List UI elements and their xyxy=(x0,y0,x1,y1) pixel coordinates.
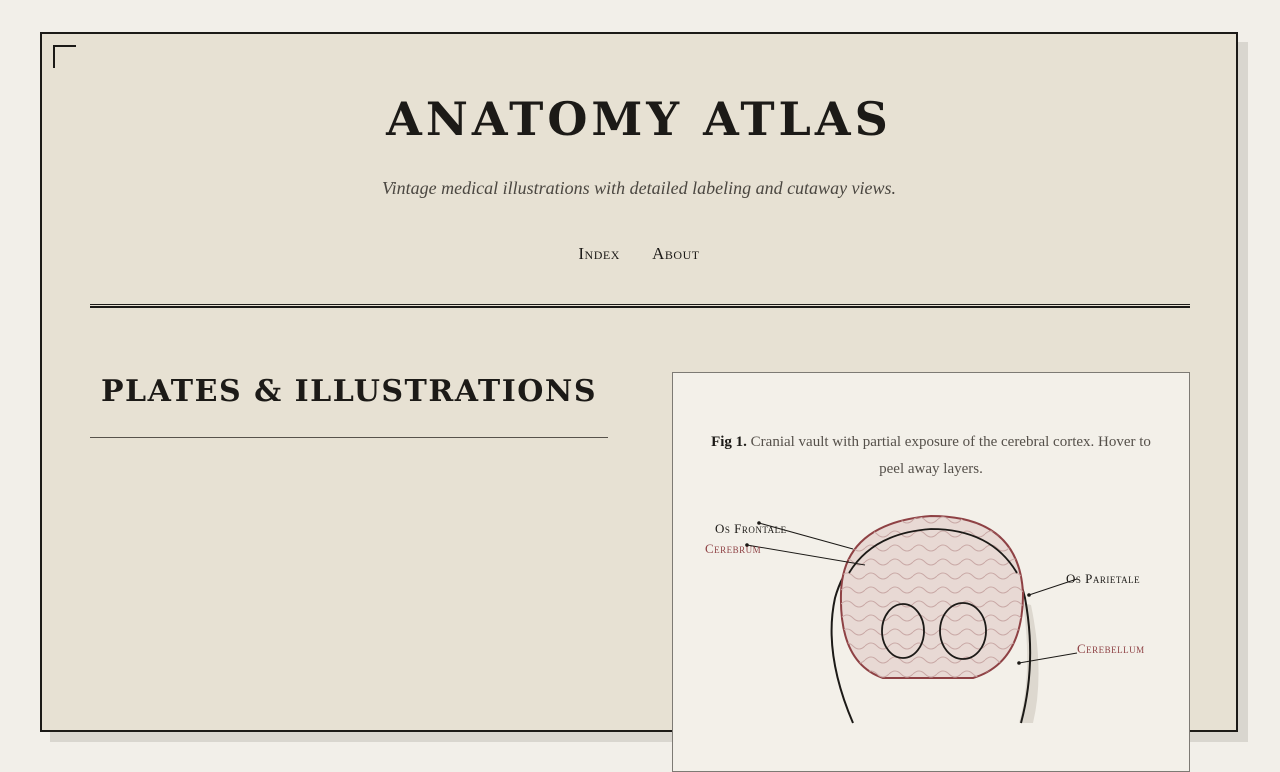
page-sheet: ANATOMY ATLAS Vintage medical illustrati… xyxy=(40,32,1238,772)
main-nav: Index About xyxy=(42,244,1236,264)
leader-dot xyxy=(1027,593,1031,597)
leader-cerebrum xyxy=(746,544,866,566)
figure-plate[interactable]: Fig 1. Cranial vault with partial exposu… xyxy=(672,372,1190,772)
leader-dot xyxy=(1017,661,1021,665)
nav-link-index[interactable]: Index xyxy=(578,244,620,263)
section-divider xyxy=(90,437,608,438)
corner-ornament xyxy=(53,45,76,68)
label-cerebellum[interactable]: Cerebellum xyxy=(1077,641,1145,657)
label-cerebrum[interactable]: Cerebrum xyxy=(705,541,761,557)
site-title: ANATOMY ATLAS xyxy=(386,92,892,146)
cortex-texture xyxy=(840,516,1023,678)
section-title: PLATES & ILLUSTRATIONS xyxy=(101,374,597,409)
nav-link-about[interactable]: About xyxy=(652,244,699,263)
header-divider xyxy=(90,304,1190,308)
label-os-frontale[interactable]: Os Frontale xyxy=(715,521,787,537)
site-tagline: Vintage medical illustrations with detai… xyxy=(381,178,897,198)
label-os-parietale[interactable]: Os Parietale xyxy=(1066,571,1140,587)
